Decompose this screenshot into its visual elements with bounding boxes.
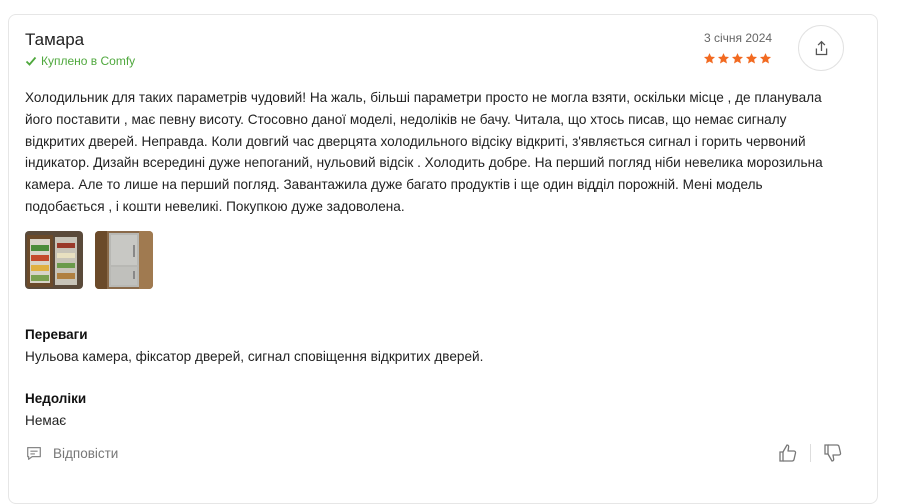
review-photos [25, 231, 153, 289]
star-icon [745, 53, 758, 64]
share-icon [815, 40, 827, 55]
review-photo-closed-fridge[interactable] [95, 231, 153, 289]
review-photo-open-fridge[interactable] [25, 231, 83, 289]
vote-divider [810, 444, 811, 462]
reply-button[interactable]: Відповісти [25, 444, 118, 462]
reply-label: Відповісти [53, 445, 119, 461]
verified-label: Куплено в Comfy [41, 54, 136, 68]
star-icon [703, 53, 716, 64]
review-text: Холодильник для таких параметрів чудовий… [25, 90, 823, 214]
cons-text: Немає [25, 413, 67, 428]
vote-controls [778, 443, 843, 463]
pros-title: Переваги [25, 327, 88, 342]
verified-purchase-badge: Куплено в Comfy [25, 54, 135, 68]
star-icon [731, 53, 744, 64]
star-icon [717, 53, 730, 64]
thumbs-down-icon[interactable] [823, 443, 843, 463]
check-icon [25, 56, 37, 66]
review-author: Тамара [25, 30, 85, 49]
thumbs-up-icon[interactable] [778, 443, 798, 463]
review-date: 3 січня 2024 [704, 31, 773, 45]
pros-text: Нульова камера, фіксатор дверей, сигнал … [25, 349, 484, 364]
star-icon [759, 53, 772, 64]
rating-stars [703, 52, 772, 65]
cons-title: Недоліки [25, 391, 87, 406]
share-button[interactable] [798, 25, 844, 71]
comment-icon [27, 446, 41, 460]
